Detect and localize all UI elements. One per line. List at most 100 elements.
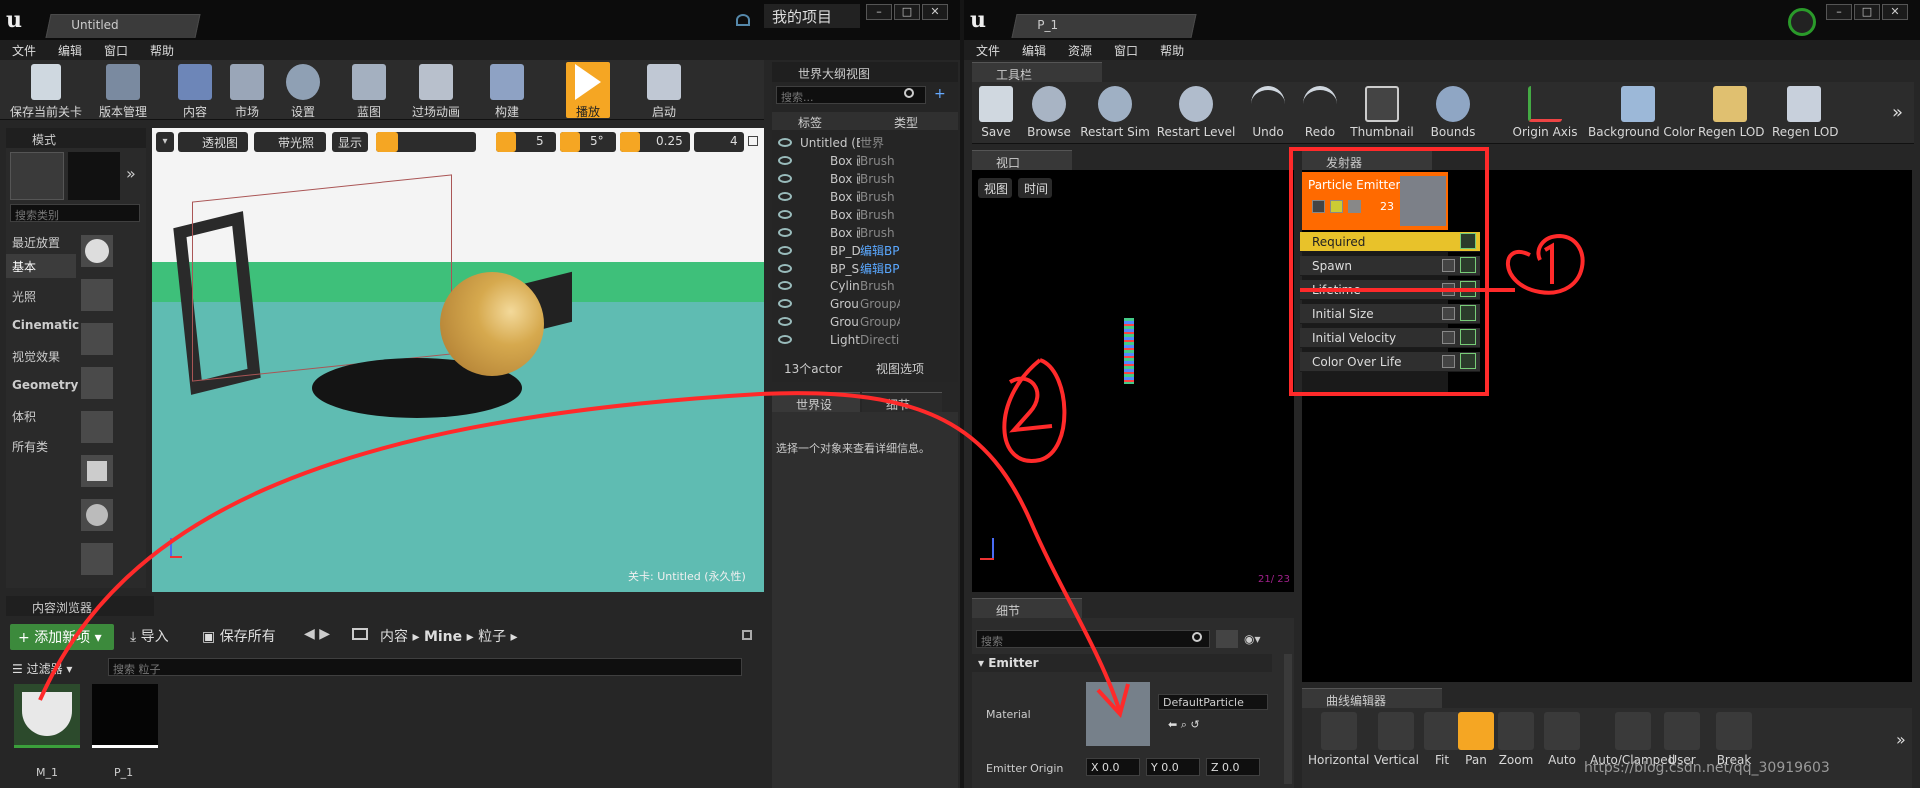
visibility-eye-icon[interactable] bbox=[778, 210, 792, 219]
curve-graph-icon[interactable] bbox=[1460, 305, 1476, 321]
curve-graph-icon[interactable] bbox=[1460, 257, 1476, 273]
camera-speed-value[interactable]: 4 bbox=[730, 134, 738, 148]
category-basic[interactable]: 基本 bbox=[12, 258, 36, 275]
visibility-eye-icon[interactable] bbox=[778, 156, 792, 165]
source-control-button[interactable]: 版本管理 bbox=[92, 64, 154, 120]
play-button[interactable]: 播放 bbox=[566, 64, 610, 120]
show-button[interactable]: 显示 bbox=[332, 132, 368, 152]
view-mode-button[interactable]: 透视图 bbox=[178, 132, 248, 152]
visibility-eye-icon[interactable] bbox=[778, 317, 792, 326]
rotation-snap-value[interactable]: 5° bbox=[590, 134, 604, 148]
grid-snap-toggle[interactable] bbox=[496, 132, 556, 152]
visibility-eye-icon[interactable] bbox=[778, 264, 792, 273]
details-tab[interactable]: 细节 bbox=[862, 392, 942, 412]
restart-level-button[interactable]: Restart Level bbox=[1156, 86, 1236, 139]
modes-expand-icon[interactable]: » bbox=[126, 164, 136, 183]
grid-snap-value[interactable]: 5 bbox=[536, 134, 544, 148]
source-status-icon[interactable] bbox=[1788, 8, 1816, 36]
outliner-row[interactable]: GroupAcGroupA bbox=[772, 296, 952, 314]
menu-file[interactable]: 文件 bbox=[0, 40, 46, 59]
outliner-row[interactable]: Untitled (Ed世界 bbox=[772, 134, 952, 152]
details-search-input[interactable]: 搜索 bbox=[976, 630, 1210, 648]
category-all-classes[interactable]: 所有类 bbox=[12, 438, 48, 455]
restart-sim-button[interactable]: Restart Sim bbox=[1080, 86, 1150, 139]
outliner-row[interactable]: Box 画刷Brush bbox=[772, 224, 952, 242]
save-level-button[interactable]: 保存当前关卡 bbox=[8, 64, 84, 120]
module-enable-checkbox[interactable] bbox=[1442, 355, 1455, 368]
level-tab[interactable]: Untitled bbox=[45, 14, 201, 38]
visibility-eye-icon[interactable] bbox=[778, 299, 792, 308]
menu-help[interactable]: 帮助 bbox=[138, 40, 184, 59]
transform-tools[interactable] bbox=[376, 132, 476, 152]
paint-mode-icon[interactable] bbox=[68, 152, 120, 200]
curve-pan-button[interactable]: Pan bbox=[1458, 712, 1494, 767]
regen-lod-button-1[interactable]: Regen LOD bbox=[1698, 86, 1765, 139]
filter-button[interactable]: ☰ 过滤器 ▾ bbox=[12, 660, 72, 677]
menu-asset[interactable]: 资源 bbox=[1056, 40, 1102, 59]
module-row[interactable]: Initial Velocity bbox=[1300, 328, 1480, 348]
asset-m1[interactable] bbox=[14, 684, 80, 748]
material-dropdown[interactable]: DefaultParticle bbox=[1158, 694, 1268, 710]
path-mine[interactable]: Mine bbox=[424, 629, 462, 645]
category-cinematic[interactable]: Cinematic bbox=[12, 318, 79, 332]
character-thumbnail[interactable] bbox=[80, 278, 114, 312]
minimize-button[interactable]: – bbox=[866, 4, 892, 20]
bounds-button[interactable]: Bounds bbox=[1424, 86, 1482, 139]
emitter-s-checkbox[interactable] bbox=[1348, 200, 1361, 213]
visibility-eye-icon[interactable] bbox=[778, 138, 792, 147]
menu-window[interactable]: 窗口 bbox=[1102, 40, 1148, 59]
maximize-button[interactable]: □ bbox=[894, 4, 920, 20]
module-row[interactable]: Initial Size bbox=[1300, 304, 1480, 324]
thumbnail-button[interactable]: Thumbnail bbox=[1350, 86, 1414, 139]
close-window-button[interactable]: ✕ bbox=[922, 4, 948, 20]
module-enable-checkbox[interactable] bbox=[1442, 307, 1455, 320]
viewport-options-button[interactable]: ▾ bbox=[156, 132, 174, 152]
view-options-button[interactable]: 视图选项 bbox=[876, 360, 924, 377]
category-geometry[interactable]: Geometry bbox=[12, 378, 78, 392]
outliner-row[interactable]: Box 画刷Brush bbox=[772, 170, 952, 188]
module-enable-checkbox[interactable] bbox=[1442, 259, 1455, 272]
visibility-eye-icon[interactable] bbox=[778, 174, 792, 183]
curve-horizontal-button[interactable]: Horizontal bbox=[1308, 712, 1369, 767]
emitter-section-header[interactable]: ▾ Emitter bbox=[972, 654, 1272, 672]
sphere-thumbnail[interactable] bbox=[80, 234, 114, 268]
rotation-snap-toggle[interactable] bbox=[560, 132, 616, 152]
category-visual-effects[interactable]: 视觉效果 bbox=[12, 348, 60, 365]
visibility-eye-icon[interactable] bbox=[778, 192, 792, 201]
category-volumes[interactable]: 体积 bbox=[12, 408, 36, 425]
menu-edit[interactable]: 编辑 bbox=[46, 40, 92, 59]
outliner-row[interactable]: Light SoDirectio bbox=[772, 332, 952, 350]
sphere2-thumbnail[interactable] bbox=[80, 498, 114, 532]
module-enable-checkbox[interactable] bbox=[1442, 331, 1455, 344]
curve-graph-icon[interactable] bbox=[1460, 353, 1476, 369]
origin-z-field[interactable]: Z 0.0 bbox=[1206, 758, 1260, 776]
viewport-view-button[interactable]: 视图 bbox=[978, 178, 1012, 198]
curve-zoom-button[interactable]: Zoom bbox=[1498, 712, 1534, 767]
emitter-enable-checkbox[interactable] bbox=[1312, 200, 1325, 213]
maximize-viewport-icon[interactable] bbox=[748, 136, 758, 146]
asset-p1[interactable] bbox=[92, 684, 158, 748]
menu-help[interactable]: 帮助 bbox=[1148, 40, 1194, 59]
origin-x-field[interactable]: X 0.0 bbox=[1086, 758, 1140, 776]
curve-auto-clamped-button[interactable]: Auto/Clamped bbox=[1590, 712, 1675, 767]
blueprint-button[interactable]: 蓝图 bbox=[344, 64, 394, 120]
path-content[interactable]: 内容 bbox=[380, 629, 408, 645]
path-particles[interactable]: 粒子 bbox=[478, 629, 506, 645]
particle-viewport[interactable]: 视图 时间 21/ 23 bbox=[972, 170, 1294, 592]
module-row[interactable]: Spawn bbox=[1300, 256, 1480, 276]
module-enable-checkbox[interactable] bbox=[1442, 283, 1455, 296]
minimize-button[interactable]: – bbox=[1826, 4, 1852, 20]
module-row[interactable]: Color Over Life bbox=[1300, 352, 1480, 372]
world-settings-tab[interactable]: 世界设 bbox=[772, 392, 860, 412]
launch-button[interactable]: 启动 bbox=[642, 64, 686, 120]
material-tools-icons[interactable]: ⬅ ⌕ ↺ bbox=[1168, 718, 1200, 732]
module-row[interactable]: Lifetime bbox=[1300, 280, 1480, 300]
point-light-thumbnail[interactable] bbox=[80, 366, 114, 400]
column-label[interactable]: 标签 bbox=[798, 114, 822, 131]
save-button[interactable]: Save bbox=[976, 86, 1016, 139]
content-button[interactable]: 内容 bbox=[170, 64, 220, 120]
visibility-eye-icon[interactable] bbox=[778, 281, 792, 290]
viewport-time-button[interactable]: 时间 bbox=[1018, 178, 1052, 198]
add-new-button[interactable]: + 添加新项 ▾ bbox=[10, 624, 114, 650]
origin-axis-button[interactable]: Origin Axis bbox=[1512, 86, 1578, 139]
